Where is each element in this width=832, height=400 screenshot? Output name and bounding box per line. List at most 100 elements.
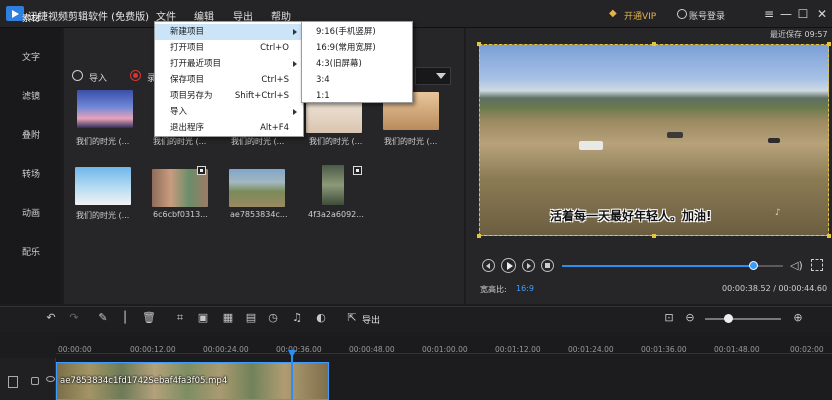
add-to-timeline-icon[interactable] — [197, 166, 206, 175]
import-icon[interactable] — [72, 70, 83, 81]
video-car-dark — [768, 138, 780, 143]
video-subtitle: 活着每一天最好年轻人。加油! — [550, 209, 712, 223]
volume-icon[interactable]: ◁) — [790, 259, 804, 272]
menu-item-label: 退出程序 — [170, 123, 205, 133]
ruler-tick: 00:01:00.00 — [422, 345, 468, 354]
playhead-line[interactable] — [291, 356, 293, 400]
aspect-ratio-label: 宽高比: — [480, 285, 507, 294]
freeze-frame-icon[interactable]: ▦ — [221, 311, 235, 325]
next-frame-button[interactable] — [522, 259, 535, 272]
menu-item-save-project[interactable]: 保存项目 Ctrl+S — [155, 72, 303, 88]
sidebar-item-filter[interactable]: 滤镜 — [0, 82, 62, 112]
user-icon[interactable] — [677, 9, 687, 19]
menu-item-shortcut: Ctrl+O — [260, 43, 289, 53]
split-icon[interactable]: ⎮ — [118, 311, 132, 325]
media-thumbnail[interactable] — [322, 165, 344, 205]
menu-item-label: 打开项目 — [170, 43, 205, 53]
minimize-icon[interactable]: — — [778, 6, 794, 22]
submenu-item-16-9[interactable]: 16:9(常用宽屏) — [302, 40, 412, 56]
import-button[interactable]: 导入 — [89, 71, 107, 84]
record-icon[interactable] — [130, 70, 141, 81]
zoom-slider[interactable] — [705, 318, 781, 320]
media-thumbnail[interactable] — [229, 169, 285, 207]
resize-handle[interactable] — [652, 234, 656, 238]
login-button[interactable]: 账号登录 — [689, 9, 725, 22]
resize-handle[interactable] — [477, 234, 481, 238]
play-button[interactable] — [501, 258, 516, 273]
menu-item-import[interactable]: 导入 — [155, 104, 303, 120]
media-label: 6c6cbf0313... — [153, 210, 208, 219]
menu-item-exit[interactable]: 退出程序 Alt+F4 — [155, 120, 303, 136]
window-menu-icon[interactable]: ≡ — [761, 6, 777, 22]
sidebar-item-overlay[interactable]: 叠附 — [0, 121, 62, 151]
media-thumbnail[interactable] — [75, 167, 131, 205]
zoom-in-icon[interactable]: ⊕ — [791, 311, 805, 325]
stop-button[interactable] — [541, 259, 554, 272]
zoom-slider-handle[interactable] — [723, 314, 733, 323]
lock-icon[interactable] — [31, 377, 39, 385]
media-label: 我们的时光 (... — [309, 137, 363, 146]
sidebar-item-animation[interactable]: 动画 — [0, 199, 62, 229]
export-icon[interactable]: ⇱ — [345, 311, 359, 325]
delete-icon[interactable]: 🗑 — [142, 311, 156, 325]
speed-icon[interactable]: ▤ — [244, 311, 258, 325]
resize-handle[interactable] — [827, 234, 831, 238]
sidebar-item-music[interactable]: 配乐 — [0, 238, 62, 268]
submenu-item-3-4[interactable]: 3:4 — [302, 72, 412, 88]
duration-icon[interactable]: ◷ — [266, 311, 280, 325]
fullscreen-icon[interactable] — [811, 259, 823, 271]
redo-icon[interactable]: ↷ — [67, 311, 81, 325]
vip-diamond-icon[interactable]: ◆ — [609, 9, 620, 19]
new-project-submenu: 9:16(手机竖屏) 16:9(常用宽屏) 4:3(旧屏幕) 3:4 1:1 — [301, 21, 413, 103]
previous-frame-button[interactable] — [482, 259, 495, 272]
sidebar-item-text[interactable]: 文字 — [0, 43, 62, 73]
vip-button[interactable]: 开通VIP — [624, 9, 656, 22]
sidebar-item-media[interactable]: 素材 — [0, 4, 62, 34]
add-to-timeline-icon[interactable] — [353, 166, 362, 175]
menu-item-open-project[interactable]: 打开项目 Ctrl+O — [155, 40, 303, 56]
aspect-ratio-value[interactable]: 16:9 — [516, 284, 534, 293]
maximize-icon[interactable]: ☐ — [795, 6, 811, 22]
submenu-item-9-16[interactable]: 9:16(手机竖屏) — [302, 24, 412, 40]
ruler-tick: 00:01:48.00 — [714, 345, 760, 354]
undo-icon[interactable]: ↶ — [44, 311, 58, 325]
fit-timeline-icon[interactable]: ⊡ — [662, 311, 676, 325]
media-filter-dropdown[interactable] — [415, 67, 451, 85]
resize-handle[interactable] — [827, 42, 831, 46]
mosaic-icon[interactable]: ▣ — [196, 311, 210, 325]
media-label: 我们的时光 (... — [76, 211, 130, 220]
ruler-tick: 00:01:36.00 — [641, 345, 687, 354]
menu-item-label: 保存项目 — [170, 75, 205, 85]
submenu-item-4-3[interactable]: 4:3(旧屏幕) — [302, 56, 412, 72]
zoom-out-icon[interactable]: ⊖ — [683, 311, 697, 325]
save-status: 最近保存 09:57 — [770, 30, 828, 39]
ruler-tick: 00:01:12.00 — [495, 345, 541, 354]
ruler-tick: 00:00:36.00 — [276, 345, 322, 354]
edit-icon[interactable]: ✎ — [96, 311, 110, 325]
resize-handle[interactable] — [652, 42, 656, 46]
menu-item-label: 导入 — [170, 107, 188, 117]
media-thumbnail[interactable] — [77, 90, 133, 128]
ruler-tick: 00:00:48.00 — [349, 345, 395, 354]
eye-icon[interactable] — [46, 376, 55, 382]
export-button[interactable]: 导出 — [362, 313, 380, 326]
menu-item-new-project[interactable]: 新建项目 — [155, 24, 303, 40]
audio-extract-icon[interactable]: ◐ — [314, 311, 328, 325]
submenu-item-label: 16:9(常用宽屏) — [316, 43, 376, 53]
seek-handle[interactable] — [748, 261, 758, 270]
media-label: 4f3a2a6092... — [308, 210, 364, 219]
menu-item-shortcut: Shift+Ctrl+S — [234, 91, 289, 101]
close-icon[interactable]: ✕ — [814, 6, 830, 22]
resize-handle[interactable] — [477, 42, 481, 46]
sidebar-item-transition[interactable]: 转场 — [0, 160, 62, 190]
clip-label: ae7853834c1fd1742Sebaf4fa3f05.mp4 — [60, 376, 228, 386]
menu-item-label: 打开最近项目 — [170, 59, 222, 69]
playback-time: 00:00:38.52 / 00:00:44.60 — [722, 284, 828, 293]
crop-icon[interactable]: ⌗ — [173, 311, 187, 325]
menu-item-open-recent[interactable]: 打开最近项目 — [155, 56, 303, 72]
submenu-item-1-1[interactable]: 1:1 — [302, 88, 412, 104]
microphone-icon[interactable]: ♫ — [290, 311, 304, 325]
ruler-tick: 00:00:00 — [58, 345, 92, 354]
menu-item-label: 项目另存为 — [170, 91, 213, 101]
menu-item-save-as[interactable]: 项目另存为 Shift+Ctrl+S — [155, 88, 303, 104]
